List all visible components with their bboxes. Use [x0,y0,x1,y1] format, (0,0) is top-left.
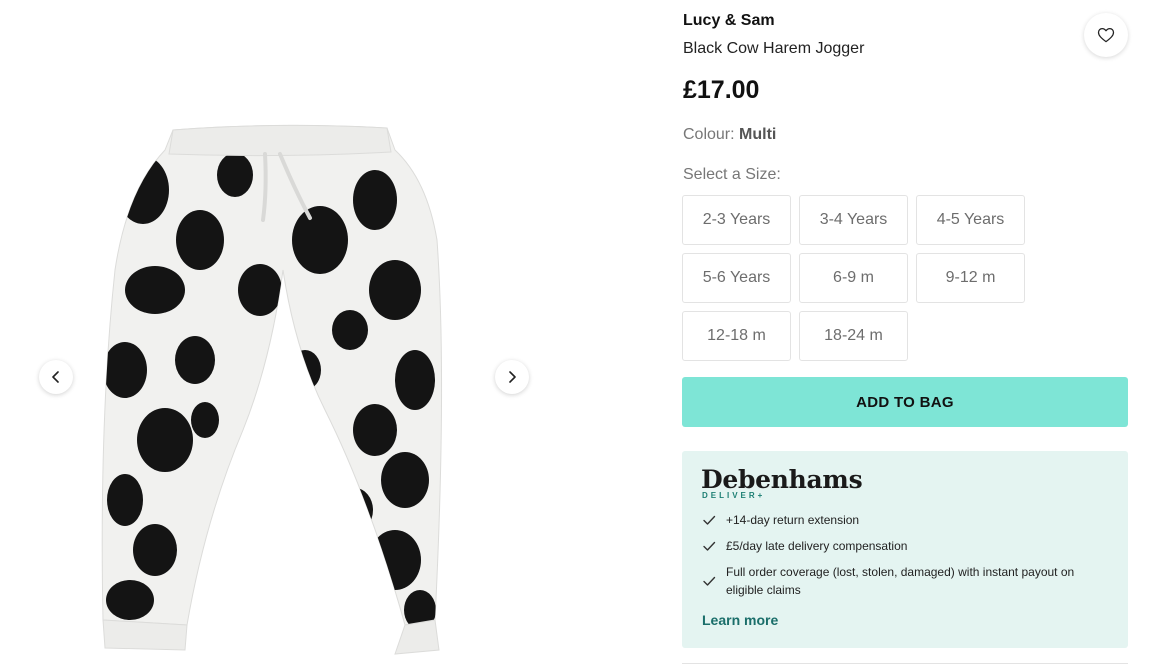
benefit-item: +14-day return extension [702,511,1112,529]
size-option[interactable]: 4-5 Years [916,195,1025,245]
benefit-text: Full order coverage (lost, stolen, damag… [726,565,1075,597]
gallery-next-button[interactable] [495,360,529,394]
benefit-text: +14-day return extension [726,513,860,527]
product-details: Lucy & Sam Black Cow Harem Jogger £17.00… [682,0,1129,667]
size-option[interactable]: 2-3 Years [682,195,791,245]
product-name: Black Cow Harem Jogger [683,40,865,57]
brand-name[interactable]: Lucy & Sam [683,12,775,30]
size-option[interactable]: 12-18 m [682,311,791,361]
benefit-item: £5/day late delivery compensation [702,537,1112,555]
learn-more-link[interactable]: Learn more [702,612,778,628]
deliver-plus-card: Debenhams DELIVER+ +14-day return extens… [682,451,1128,648]
deliver-logo: Debenhams [701,465,863,494]
check-icon [702,574,726,588]
size-title: Select a Size: [683,166,781,183]
colour-value: Multi [739,126,777,143]
benefit-list: +14-day return extension £5/day late del… [702,511,1112,599]
gallery-prev-button[interactable] [39,360,73,394]
size-option[interactable]: 9-12 m [916,253,1025,303]
divider [682,663,1128,664]
size-option[interactable]: 6-9 m [799,253,908,303]
benefit-item: Full order coverage (lost, stolen, damag… [702,563,1112,599]
size-option[interactable]: 18-24 m [799,311,908,361]
size-option[interactable]: 5-6 Years [682,253,791,303]
add-to-bag-button[interactable]: ADD TO BAG [682,377,1128,427]
size-options: 2-3 Years 3-4 Years 4-5 Years 5-6 Years … [682,195,1027,361]
product-price: £17.00 [683,76,760,104]
product-gallery [0,0,570,667]
check-icon [702,513,726,527]
benefit-text: £5/day late delivery compensation [726,539,908,553]
wishlist-button[interactable] [1084,13,1128,57]
size-option[interactable]: 3-4 Years [799,195,908,245]
product-image [101,124,443,655]
colour-label: Colour: [683,126,735,143]
check-icon [702,539,726,553]
chevron-left-icon [52,371,59,383]
colour-row: Colour: Multi [683,126,776,144]
chevron-right-icon [509,371,516,383]
heart-icon [1097,27,1115,43]
deliver-sub: DELIVER+ [702,491,766,500]
